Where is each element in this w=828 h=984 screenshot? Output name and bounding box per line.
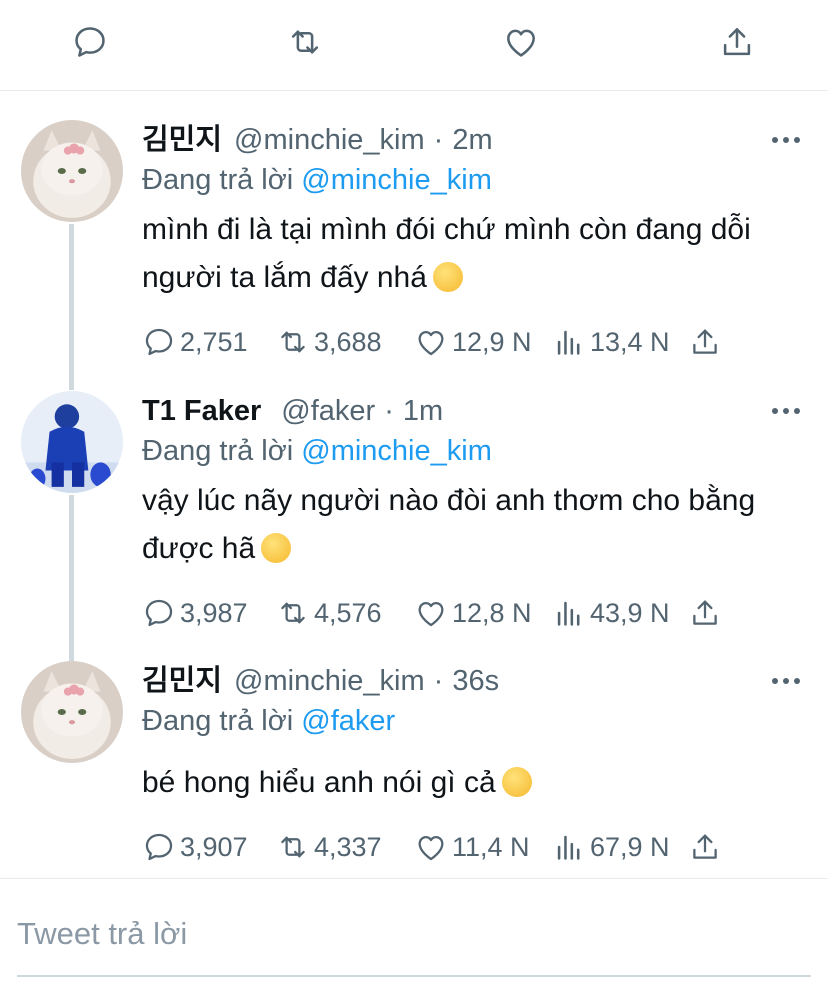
replying-to-label: Đang trả lời (142, 164, 294, 196)
reply-input[interactable] (17, 907, 811, 977)
share-button[interactable] (688, 827, 726, 867)
like-icon (418, 330, 444, 356)
like-icon (418, 601, 444, 627)
tweet[interactable]: 김민지 @minchie_kim · 36s Đang trả lời @fak… (0, 661, 828, 871)
retweet-icon[interactable] (285, 22, 325, 62)
tweet-text: mình đi là tại mình đói chứ mình còn đan… (142, 206, 782, 302)
avatar[interactable] (21, 391, 123, 493)
views-icon (557, 330, 580, 355)
tweet[interactable]: T1 Faker @faker · 1m Đang trả lời @minch… (0, 391, 828, 631)
display-name[interactable]: 김민지 (142, 661, 222, 701)
reply-count: 2,751 (180, 326, 248, 357)
reply-icon (145, 833, 173, 861)
tweet[interactable]: 김민지 @minchie_kim · 2m Đang trả lời @minc… (0, 120, 828, 360)
tweet-actions: 3,987 4,576 12,8 N 43,9 N (142, 593, 742, 633)
mention-link[interactable]: @minchie_kim (301, 435, 492, 467)
avatar[interactable] (21, 120, 123, 222)
share-icon[interactable] (717, 22, 757, 62)
reply-count: 3,987 (180, 597, 248, 628)
view-count: 43,9 N (590, 597, 670, 628)
user-handle[interactable]: @minchie_kim (234, 120, 425, 160)
tweet-header: 김민지 @minchie_kim · 2m (142, 120, 493, 160)
reply-count: 3,907 (180, 831, 248, 862)
top-action-bar (0, 0, 828, 91)
user-handle[interactable]: @minchie_kim (234, 661, 425, 701)
mention-link[interactable]: @minchie_kim (301, 164, 492, 196)
view-count: 67,9 N (590, 831, 670, 862)
sleeping-emoji-icon (261, 533, 292, 563)
retweet-icon (281, 331, 305, 353)
reply-button[interactable]: 3,987 (142, 593, 248, 633)
replying-to: Đang trả lời @faker (142, 701, 395, 741)
reply-icon[interactable] (70, 22, 110, 62)
smirk-emoji-icon (432, 262, 463, 292)
faker-avatar-image (21, 391, 123, 493)
cat-avatar-image (21, 661, 123, 763)
separator-dot: · (384, 395, 394, 427)
peeking-emoji-icon (501, 767, 532, 797)
tweet-text-content: vậy lúc nãy người nào đòi anh thơm cho b… (142, 484, 756, 565)
views-button[interactable]: 13,4 N (552, 322, 670, 362)
timestamp[interactable]: 36s (452, 661, 499, 701)
timestamp[interactable]: 2m (452, 120, 492, 160)
more-options-icon[interactable] (772, 128, 800, 152)
share-icon (693, 600, 717, 625)
tweet-text: vậy lúc nãy người nào đòi anh thơm cho b… (142, 477, 782, 573)
like-icon (418, 835, 444, 861)
replying-to-label: Đang trả lời (142, 435, 294, 467)
retweet-count: 4,337 (314, 831, 382, 862)
timestamp[interactable]: 1m (403, 391, 443, 431)
share-button[interactable] (688, 322, 726, 362)
retweet-count: 3,688 (314, 326, 382, 357)
retweet-button[interactable]: 4,337 (276, 827, 382, 867)
user-handle[interactable]: @faker (281, 391, 375, 431)
like-button[interactable]: 11,4 N (414, 827, 530, 867)
more-options-icon[interactable] (772, 669, 800, 693)
retweet-icon (281, 602, 305, 624)
like-icon[interactable] (501, 22, 541, 62)
view-count: 13,4 N (590, 326, 670, 357)
retweet-button[interactable]: 4,576 (276, 593, 382, 633)
reply-button[interactable]: 2,751 (142, 322, 248, 362)
share-icon (693, 834, 717, 859)
views-button[interactable]: 67,9 N (552, 827, 670, 867)
views-icon (557, 601, 580, 626)
more-options-icon[interactable] (772, 399, 800, 423)
like-count: 11,4 N (452, 831, 530, 862)
display-name[interactable]: 김민지 (142, 120, 222, 160)
tweet-header: T1 Faker @faker · 1m (142, 391, 443, 431)
replying-to-label: Đang trả lời (142, 705, 294, 737)
like-count: 12,8 N (452, 597, 532, 628)
share-button[interactable] (688, 593, 726, 633)
like-button[interactable]: 12,8 N (414, 593, 532, 633)
mention-link[interactable]: @faker (301, 705, 395, 737)
reply-icon (145, 599, 173, 627)
replying-to: Đang trả lời @minchie_kim (142, 160, 492, 200)
views-button[interactable]: 43,9 N (552, 593, 670, 633)
retweet-icon (281, 836, 305, 858)
replying-to: Đang trả lời @minchie_kim (142, 431, 492, 471)
tweet-header: 김민지 @minchie_kim · 36s (142, 661, 499, 701)
reply-button[interactable]: 3,907 (142, 827, 248, 867)
retweet-count: 4,576 (314, 597, 382, 628)
like-button[interactable]: 12,9 N (414, 322, 532, 362)
tweet-actions: 3,907 4,337 11,4 N 67,9 N (142, 827, 742, 867)
retweet-button[interactable]: 3,688 (276, 322, 382, 362)
display-name[interactable]: T1 Faker (142, 391, 261, 431)
compose-reply-area (0, 878, 828, 984)
cat-avatar-image (21, 120, 123, 222)
tweet-actions: 2,751 3,688 12,9 N 13,4 N (142, 322, 742, 362)
avatar[interactable] (21, 661, 123, 763)
separator-dot: · (433, 124, 444, 156)
share-icon (693, 329, 717, 354)
reply-icon (145, 328, 173, 356)
tweet-text: bé hong hiểu anh nói gì cả (142, 759, 782, 807)
views-icon (557, 835, 580, 860)
tweet-text-content: bé hong hiểu anh nói gì cả (142, 766, 496, 799)
separator-dot: · (433, 665, 444, 697)
like-count: 12,9 N (452, 326, 532, 357)
